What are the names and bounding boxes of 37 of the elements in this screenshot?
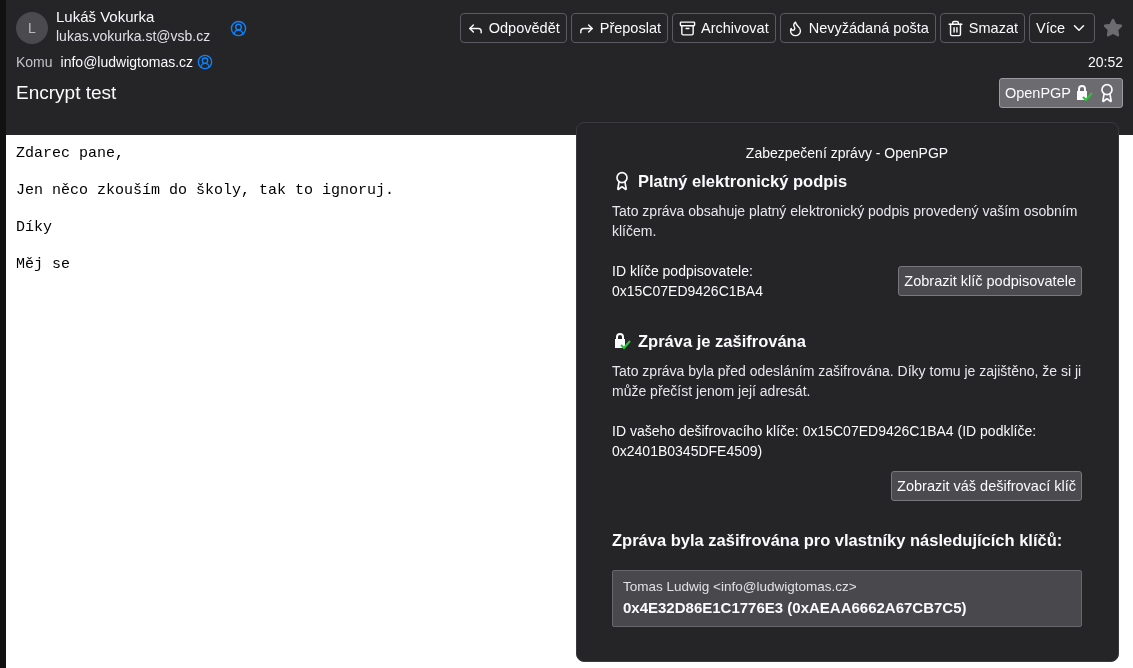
contact-icon[interactable]	[230, 20, 248, 37]
archive-button[interactable]: Archivovat	[672, 13, 776, 43]
section-description: Tato zpráva byla před odesláním zašifrována. Díky tomu je zajištěno, že si ji může přečíst jenom její adresát.	[612, 362, 1082, 401]
recipient-label: Komu	[16, 54, 53, 70]
trash-icon	[946, 19, 964, 37]
section-heading: Zpráva je zašifrována	[638, 331, 806, 351]
show-key-button[interactable]: Zobrazit klíč podpisovatele	[898, 266, 1082, 296]
recipients-heading: Zpráva byla zašifrována pro vlastníky následujících klíčů:	[612, 531, 1064, 550]
body-text: Zdarec pane,	[16, 145, 125, 162]
section-description: Tato zpráva obsahuje platný elektronický podpis provedený vaším osobním klíčem.	[612, 202, 1079, 241]
lock-check-icon	[1074, 83, 1094, 103]
message-subject: Encrypt test	[16, 82, 117, 104]
forward-button[interactable]: Přeposlat	[570, 13, 668, 43]
contact-icon[interactable]	[197, 54, 214, 70]
section-heading: Platný elektronický podpis	[638, 171, 848, 191]
openpgp-button[interactable]: OpenPGP	[998, 78, 1123, 108]
body-text: Jen něco zkouším do školy, tak to ignoruj.	[16, 182, 395, 199]
lock-check-icon	[612, 331, 632, 351]
junk-button[interactable]: Nevyžádaná pošta	[779, 13, 936, 43]
message-time: 20:52	[1087, 54, 1123, 70]
key-id: 0x4E32D86E1C1776E3 (0xAEAA6662A67CB7C5)	[623, 599, 968, 616]
sender-email: lukas.vokurka.st@vsb.cz	[56, 28, 211, 44]
key-owner: Tomas Ludwig <info@ludwigtomas.cz>	[623, 579, 858, 594]
show-key-button[interactable]: Zobrazit váš dešifrovací klíč	[891, 471, 1082, 501]
key-label: ID klíče podpisovatele:	[612, 262, 754, 281]
sender-name: Lukáš Vokurka	[56, 8, 156, 25]
body-text: Měj se	[16, 256, 70, 273]
sender-avatar: L	[16, 12, 48, 44]
delete-button[interactable]: Smazat	[939, 13, 1025, 43]
key-info: ID vašeho dešifrovacího klíče: 0x15C07ED9426C1BA4 (ID podklíče: 0x2401B0345DFE4509)	[612, 422, 1038, 461]
key-value: 0x15C07ED9426C1BA4	[612, 282, 763, 301]
recipient-email: info@ludwigtomas.cz	[60, 54, 194, 70]
archive-icon	[679, 19, 696, 37]
reply-button[interactable]: Odpovědět	[459, 13, 567, 43]
more-button[interactable]: Více	[1029, 13, 1095, 43]
panel-title: Zabezpečení zprávy - OpenPGP	[744, 145, 950, 161]
body-text: Díky	[16, 219, 52, 236]
